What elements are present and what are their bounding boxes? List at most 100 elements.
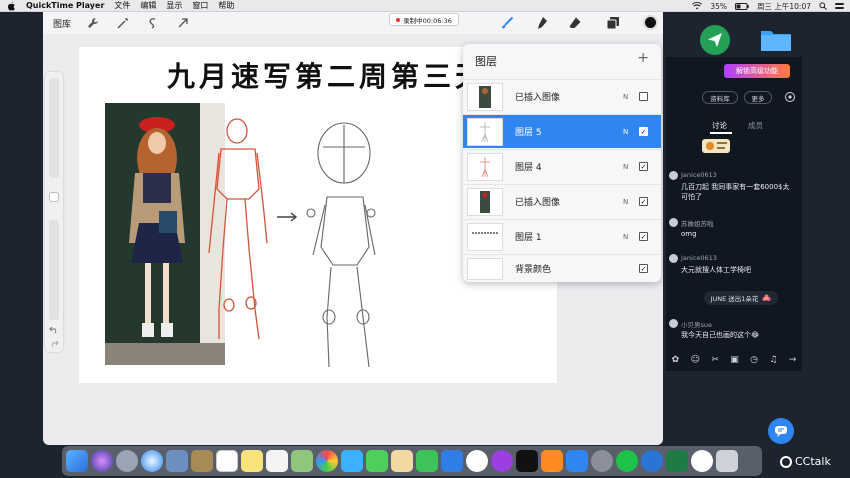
gallery-button[interactable]: 图库 bbox=[53, 17, 71, 30]
layer-blend-mode[interactable]: N bbox=[623, 233, 628, 241]
app-store-icon[interactable] bbox=[566, 450, 588, 472]
avatar[interactable] bbox=[669, 319, 678, 328]
layer-name[interactable]: 背景颜色 bbox=[515, 262, 551, 275]
wechat-icon[interactable] bbox=[616, 450, 638, 472]
modify-button[interactable] bbox=[49, 192, 59, 202]
bell-icon[interactable]: ♫ bbox=[769, 355, 777, 365]
layer-visibility-checkbox[interactable]: ✓ bbox=[639, 232, 648, 241]
layer-name[interactable]: 图层 5 bbox=[515, 125, 542, 138]
clock-icon[interactable]: ◷ bbox=[750, 355, 758, 365]
layer-name[interactable]: 已插入图像 bbox=[515, 90, 560, 103]
layer-blend-mode[interactable]: N bbox=[623, 163, 628, 171]
music-icon[interactable] bbox=[466, 450, 488, 472]
layer-row[interactable]: 图层 4 N ✓ bbox=[463, 149, 661, 183]
edge-browser-icon[interactable] bbox=[641, 450, 663, 472]
avatar[interactable] bbox=[669, 254, 678, 263]
add-layer-button[interactable]: + bbox=[637, 50, 649, 66]
selection-icon[interactable] bbox=[145, 15, 161, 31]
menu-window[interactable]: 窗口 bbox=[192, 0, 208, 11]
layer-row[interactable]: 图层 1 N ✓ bbox=[463, 219, 661, 253]
menu-view[interactable]: 显示 bbox=[166, 0, 182, 11]
layer-visibility-checkbox[interactable]: ✓ bbox=[639, 127, 648, 136]
menu-edit[interactable]: 编辑 bbox=[140, 0, 156, 11]
layer-row[interactable]: 图层 5 N ✓ bbox=[463, 114, 661, 148]
finder-icon[interactable] bbox=[66, 450, 88, 472]
layer-visibility-checkbox[interactable]: ✓ bbox=[639, 197, 648, 206]
layer-row[interactable]: 已插入图像 N ✓ bbox=[463, 184, 661, 218]
layer-name[interactable]: 已插入图像 bbox=[515, 195, 560, 208]
tab-members[interactable]: 成员 bbox=[748, 120, 763, 131]
tab-discuss[interactable]: 讨论 bbox=[712, 120, 727, 131]
layers-icon[interactable] bbox=[605, 15, 621, 31]
paper-plane-app-icon[interactable] bbox=[700, 25, 730, 55]
control-center-icon[interactable] bbox=[835, 2, 844, 10]
layer-blend-mode[interactable]: N bbox=[623, 93, 628, 101]
wifi-icon[interactable] bbox=[692, 2, 703, 10]
redo-icon[interactable] bbox=[49, 340, 59, 348]
more-button[interactable]: 更多 bbox=[744, 91, 772, 104]
brush-size-sidebar[interactable] bbox=[45, 72, 63, 352]
materials-button[interactable]: 资料库 bbox=[702, 91, 738, 104]
avatar[interactable] bbox=[669, 171, 678, 180]
opacity-slider[interactable] bbox=[49, 220, 59, 320]
avatar[interactable] bbox=[669, 218, 678, 227]
battery-icon[interactable] bbox=[735, 2, 749, 10]
launchpad-icon[interactable] bbox=[116, 450, 138, 472]
reminders-icon[interactable] bbox=[266, 450, 288, 472]
message-username[interactable]: Janice0613 bbox=[681, 254, 717, 262]
send-arrow-icon[interactable]: → bbox=[789, 355, 797, 365]
menu-help[interactable]: 帮助 bbox=[218, 0, 234, 11]
layer-name[interactable]: 图层 1 bbox=[515, 230, 542, 243]
unlock-premium-banner[interactable]: 解锁高级功能 bbox=[724, 64, 790, 78]
folder-icon[interactable] bbox=[760, 28, 792, 52]
layer-blend-mode[interactable]: N bbox=[623, 128, 628, 136]
layer-visibility-checkbox[interactable]: ✓ bbox=[639, 264, 648, 273]
facetime-icon[interactable] bbox=[366, 450, 388, 472]
wrench-icon[interactable] bbox=[85, 15, 101, 31]
contacts-icon[interactable] bbox=[191, 450, 213, 472]
photo-app-icon[interactable] bbox=[166, 450, 188, 472]
numbers-icon[interactable] bbox=[416, 450, 438, 472]
transform-arrow-icon[interactable] bbox=[175, 15, 191, 31]
settings-icon[interactable] bbox=[784, 91, 796, 103]
messages-icon[interactable] bbox=[341, 450, 363, 472]
layer-visibility-checkbox[interactable] bbox=[639, 92, 648, 101]
pages-icon[interactable] bbox=[391, 450, 413, 472]
scissors-icon[interactable]: ✂ bbox=[711, 355, 719, 365]
layer-visibility-checkbox[interactable]: ✓ bbox=[639, 162, 648, 171]
system-preferences-icon[interactable] bbox=[591, 450, 613, 472]
excel-icon[interactable] bbox=[666, 450, 688, 472]
layer-row-background[interactable]: 背景颜色 ✓ bbox=[463, 254, 661, 282]
menu-app-name[interactable]: QuickTime Player bbox=[26, 1, 104, 10]
color-picker-swatch[interactable] bbox=[643, 15, 658, 30]
keynote-icon[interactable] bbox=[441, 450, 463, 472]
menu-file[interactable]: 文件 bbox=[114, 0, 130, 11]
image-icon[interactable]: ▣ bbox=[730, 355, 739, 365]
emoji-icon[interactable]: ☺ bbox=[691, 355, 700, 365]
layer-name[interactable]: 图层 4 bbox=[515, 160, 542, 173]
eraser-icon[interactable] bbox=[567, 15, 583, 31]
chat-bubble-button[interactable] bbox=[768, 418, 794, 444]
safari-icon[interactable] bbox=[141, 450, 163, 472]
layer-row[interactable]: 已插入图像 N bbox=[463, 79, 661, 113]
cctalk-dock-icon[interactable] bbox=[691, 450, 713, 472]
books-icon[interactable] bbox=[541, 450, 563, 472]
message-username[interactable]: 小贝男sue bbox=[681, 319, 712, 329]
flower-gift-icon[interactable]: ✿ bbox=[672, 355, 680, 365]
layer-blend-mode[interactable]: N bbox=[623, 198, 628, 206]
message-username[interactable]: Janice0613 bbox=[681, 171, 717, 179]
brush-size-slider[interactable] bbox=[49, 78, 59, 178]
message-username[interactable]: 苏姝姐苏啦 bbox=[681, 218, 714, 228]
smudge-icon[interactable] bbox=[533, 15, 549, 31]
photos-icon[interactable] bbox=[316, 450, 338, 472]
apple-icon[interactable] bbox=[6, 1, 16, 11]
notes-icon[interactable] bbox=[241, 450, 263, 472]
maps-icon[interactable] bbox=[291, 450, 313, 472]
siri-icon[interactable] bbox=[91, 450, 113, 472]
calendar-icon[interactable] bbox=[216, 450, 238, 472]
magic-wand-icon[interactable] bbox=[115, 15, 131, 31]
undo-icon[interactable] bbox=[49, 326, 59, 334]
brush-icon[interactable] bbox=[499, 15, 515, 31]
podcasts-icon[interactable] bbox=[491, 450, 513, 472]
apple-tv-icon[interactable] bbox=[516, 450, 538, 472]
